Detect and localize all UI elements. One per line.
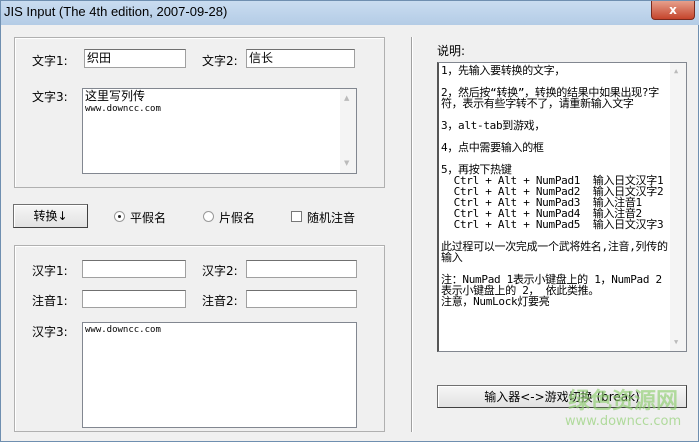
help-scrollbar[interactable]: ▲ ▼ xyxy=(670,63,686,351)
text3-line: 这里写列传 xyxy=(85,89,146,103)
close-button[interactable]: x xyxy=(651,1,695,20)
note1-input[interactable] xyxy=(82,290,186,308)
text1-input[interactable]: 织田 xyxy=(84,49,186,68)
katakana-radio[interactable] xyxy=(203,211,214,222)
text3-label: 文字3: xyxy=(32,90,68,104)
text1-label: 文字1: xyxy=(32,54,68,68)
note1-label: 注音1: xyxy=(32,294,68,308)
help-text: 1，先输入要转换的文字， 2，然后按“转换”，转换的结果中如果出现?字符，表示有… xyxy=(441,64,668,308)
text2-input[interactable]: 信长 xyxy=(246,49,355,68)
text2-label: 文字2: xyxy=(202,54,238,68)
kanji3-text: www.downcc.com xyxy=(85,325,161,335)
hiragana-radio[interactable] xyxy=(114,211,125,222)
kanji1-input[interactable] xyxy=(82,260,186,278)
katakana-label[interactable]: 片假名 xyxy=(219,209,255,226)
note2-label: 注音2: xyxy=(202,294,238,308)
watermark-logo: 绿色资源网 www.downcc.com xyxy=(565,390,681,430)
kanji3-label: 汉字3: xyxy=(32,325,68,339)
text3-textarea[interactable]: 这里写列传 www.downcc.com ▲ ▼ xyxy=(82,88,357,174)
kanji2-label: 汉字2: xyxy=(202,264,238,278)
hiragana-label[interactable]: 平假名 xyxy=(130,209,166,226)
kanji3-textarea[interactable]: www.downcc.com xyxy=(82,322,357,428)
title-bar: JIS Input (The 4th edition, 2007-09-28) … xyxy=(1,1,699,25)
kanji2-input[interactable] xyxy=(246,260,357,278)
convert-button[interactable]: 转换↓ xyxy=(13,204,88,228)
kanji1-label: 汉字1: xyxy=(32,264,68,278)
vertical-divider xyxy=(411,37,413,432)
watermark-url: www.downcc.com xyxy=(565,414,682,429)
random-checkbox[interactable] xyxy=(291,211,302,222)
window-title: JIS Input (The 4th edition, 2007-09-28) xyxy=(4,4,228,19)
text3-line: www.downcc.com xyxy=(85,104,161,114)
help-textarea[interactable]: 1，先输入要转换的文字， 2，然后按“转换”，转换的结果中如果出现?字符，表示有… xyxy=(437,62,687,352)
help-label: 说明: xyxy=(437,44,466,58)
random-label[interactable]: 随机注音 xyxy=(307,209,355,226)
scrollbar[interactable]: ▲ ▼ xyxy=(340,89,356,173)
note2-input[interactable] xyxy=(246,290,357,308)
watermark-title: 绿色资源网 xyxy=(568,389,679,414)
